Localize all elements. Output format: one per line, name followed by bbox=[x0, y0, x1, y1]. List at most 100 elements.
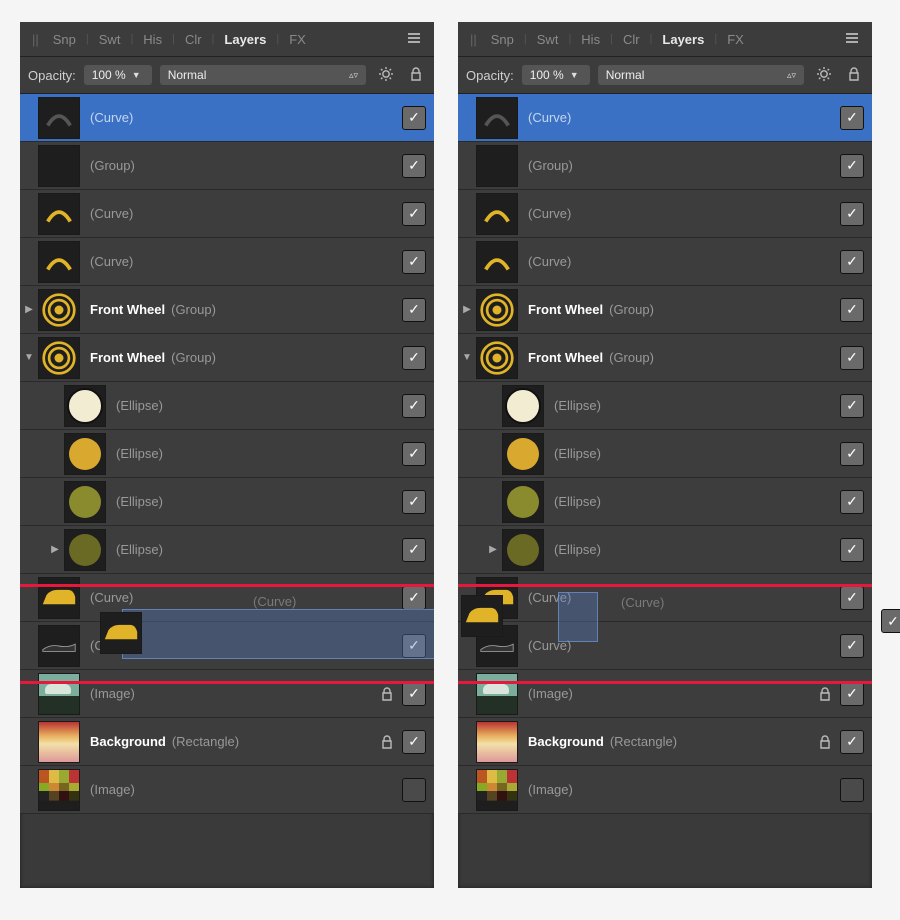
visibility-toggle[interactable]: ✓ bbox=[402, 346, 426, 370]
visibility-toggle[interactable]: ✓ bbox=[402, 250, 426, 274]
visibility-toggle[interactable]: ✓ bbox=[402, 490, 426, 514]
lock-indicator[interactable] bbox=[378, 687, 396, 701]
lock-indicator[interactable] bbox=[816, 687, 834, 701]
visibility-toggle[interactable] bbox=[402, 778, 426, 802]
visibility-toggle[interactable]: ✓ bbox=[402, 154, 426, 178]
visibility-toggle[interactable]: ✓ bbox=[402, 394, 426, 418]
layer-title[interactable]: (Curve) bbox=[90, 110, 378, 125]
layer-thumbnail[interactable] bbox=[38, 289, 80, 331]
visibility-toggle[interactable]: ✓ bbox=[840, 730, 864, 754]
layer-title[interactable]: (Curve) bbox=[528, 254, 816, 269]
layer-title[interactable]: Front Wheel(Group) bbox=[528, 350, 816, 365]
visibility-toggle[interactable]: ✓ bbox=[402, 586, 426, 610]
tab-handle-icon[interactable]: || bbox=[464, 28, 483, 51]
layer-title[interactable]: (Image) bbox=[90, 782, 378, 797]
tab-handle-icon[interactable]: || bbox=[26, 28, 45, 51]
gear-icon[interactable] bbox=[812, 64, 836, 87]
layer-thumbnail[interactable] bbox=[476, 577, 518, 619]
visibility-toggle[interactable]: ✓ bbox=[840, 154, 864, 178]
layer-title[interactable]: (Ellipse) bbox=[116, 494, 378, 509]
lock-indicator[interactable] bbox=[378, 735, 396, 749]
layer-row[interactable]: Background(Rectangle)✓ bbox=[20, 718, 434, 766]
gear-icon[interactable] bbox=[374, 64, 398, 87]
layer-thumbnail[interactable] bbox=[476, 145, 518, 187]
tab-layers[interactable]: Layers bbox=[656, 28, 710, 51]
layer-row[interactable]: (Group) ✓ bbox=[20, 142, 434, 190]
visibility-toggle[interactable]: ✓ bbox=[840, 250, 864, 274]
layer-row[interactable]: ▼ Front Wheel(Group) ✓ bbox=[20, 334, 434, 382]
tab-swt[interactable]: Swt bbox=[531, 28, 565, 51]
layer-row[interactable]: ▶(Ellipse)✓ bbox=[20, 526, 434, 574]
layer-thumbnail[interactable] bbox=[38, 721, 80, 763]
layer-title[interactable]: (Curve) bbox=[528, 110, 816, 125]
expand-toggle[interactable]: ▼ bbox=[458, 352, 476, 363]
layer-thumbnail[interactable] bbox=[64, 385, 106, 427]
layer-row[interactable]: (Curve) ✓ bbox=[20, 190, 434, 238]
layer-row[interactable]: (Curve) ✓ bbox=[458, 238, 872, 286]
visibility-toggle[interactable]: ✓ bbox=[402, 298, 426, 322]
layer-thumbnail[interactable] bbox=[476, 193, 518, 235]
layer-title[interactable]: Background(Rectangle) bbox=[528, 734, 816, 749]
layer-thumbnail[interactable] bbox=[64, 481, 106, 523]
layer-title[interactable]: (Curve) bbox=[90, 206, 378, 221]
lock-indicator[interactable] bbox=[816, 735, 834, 749]
layer-thumbnail[interactable] bbox=[476, 625, 518, 667]
blend-mode-field[interactable]: Normal▵▿ bbox=[598, 65, 804, 85]
layer-row[interactable]: (Ellipse)✓ bbox=[458, 382, 872, 430]
layer-title[interactable]: (Curve) bbox=[90, 638, 378, 653]
layer-thumbnail[interactable] bbox=[38, 337, 80, 379]
layer-title[interactable]: (Ellipse) bbox=[116, 398, 378, 413]
layer-title[interactable]: (Group) bbox=[90, 158, 378, 173]
visibility-toggle[interactable]: ✓ bbox=[840, 442, 864, 466]
layer-title[interactable]: Front Wheel(Group) bbox=[90, 302, 378, 317]
layer-row[interactable]: (Ellipse)✓ bbox=[20, 430, 434, 478]
visibility-toggle[interactable]: ✓ bbox=[840, 346, 864, 370]
layer-thumbnail[interactable] bbox=[502, 529, 544, 571]
layer-row[interactable]: (Image) bbox=[20, 766, 434, 814]
layer-title[interactable]: Front Wheel(Group) bbox=[90, 350, 378, 365]
tab-clr[interactable]: Clr bbox=[617, 28, 646, 51]
panel-menu-icon[interactable] bbox=[400, 27, 428, 52]
layer-thumbnail[interactable] bbox=[476, 769, 518, 811]
layer-title[interactable]: (Image) bbox=[90, 686, 378, 701]
visibility-toggle-floating[interactable]: ✓ bbox=[881, 609, 900, 633]
panel-menu-icon[interactable] bbox=[838, 27, 866, 52]
layer-title[interactable]: (Curve) bbox=[528, 206, 816, 221]
layer-title[interactable]: (Ellipse) bbox=[116, 446, 378, 461]
visibility-toggle[interactable]: ✓ bbox=[840, 394, 864, 418]
visibility-toggle[interactable]: ✓ bbox=[840, 490, 864, 514]
layer-row[interactable]: (Curve)✓ bbox=[20, 94, 434, 142]
layer-thumbnail[interactable] bbox=[38, 673, 80, 715]
tab-swt[interactable]: Swt bbox=[93, 28, 127, 51]
tab-fx[interactable]: FX bbox=[721, 28, 750, 51]
expand-toggle[interactable]: ▼ bbox=[20, 352, 38, 363]
layer-title[interactable]: (Curve) bbox=[528, 590, 816, 605]
visibility-toggle[interactable]: ✓ bbox=[402, 682, 426, 706]
opacity-value-field[interactable]: 100 %▼ bbox=[522, 65, 590, 85]
tab-fx[interactable]: FX bbox=[283, 28, 312, 51]
visibility-toggle[interactable]: ✓ bbox=[402, 202, 426, 226]
layer-row[interactable]: (Curve)✓ bbox=[458, 190, 872, 238]
layer-row[interactable]: (Ellipse)✓ bbox=[458, 430, 872, 478]
layer-thumbnail[interactable] bbox=[502, 385, 544, 427]
tab-clr[interactable]: Clr bbox=[179, 28, 208, 51]
layer-title[interactable]: Front Wheel(Group) bbox=[528, 302, 816, 317]
layer-title[interactable]: (Ellipse) bbox=[116, 542, 378, 557]
layer-row[interactable]: (Curve)✓ bbox=[20, 238, 434, 286]
layer-row[interactable]: (Curve)✓ bbox=[20, 574, 434, 622]
layer-row[interactable]: (Ellipse)✓ bbox=[458, 478, 872, 526]
layer-row[interactable]: (Curve)✓ bbox=[458, 574, 872, 622]
layer-thumbnail[interactable] bbox=[476, 97, 518, 139]
visibility-toggle[interactable]: ✓ bbox=[840, 538, 864, 562]
visibility-toggle[interactable]: ✓ bbox=[402, 538, 426, 562]
layer-thumbnail[interactable] bbox=[38, 577, 80, 619]
visibility-toggle[interactable]: ✓ bbox=[840, 106, 864, 130]
layer-thumbnail[interactable] bbox=[476, 673, 518, 715]
visibility-toggle[interactable]: ✓ bbox=[840, 298, 864, 322]
layer-row[interactable]: (Image)✓ bbox=[458, 670, 872, 718]
visibility-toggle[interactable]: ✓ bbox=[402, 634, 426, 658]
layer-thumbnail[interactable] bbox=[476, 337, 518, 379]
opacity-value-field[interactable]: 100 %▼ bbox=[84, 65, 152, 85]
layer-thumbnail[interactable] bbox=[502, 481, 544, 523]
layer-thumbnail[interactable] bbox=[38, 97, 80, 139]
